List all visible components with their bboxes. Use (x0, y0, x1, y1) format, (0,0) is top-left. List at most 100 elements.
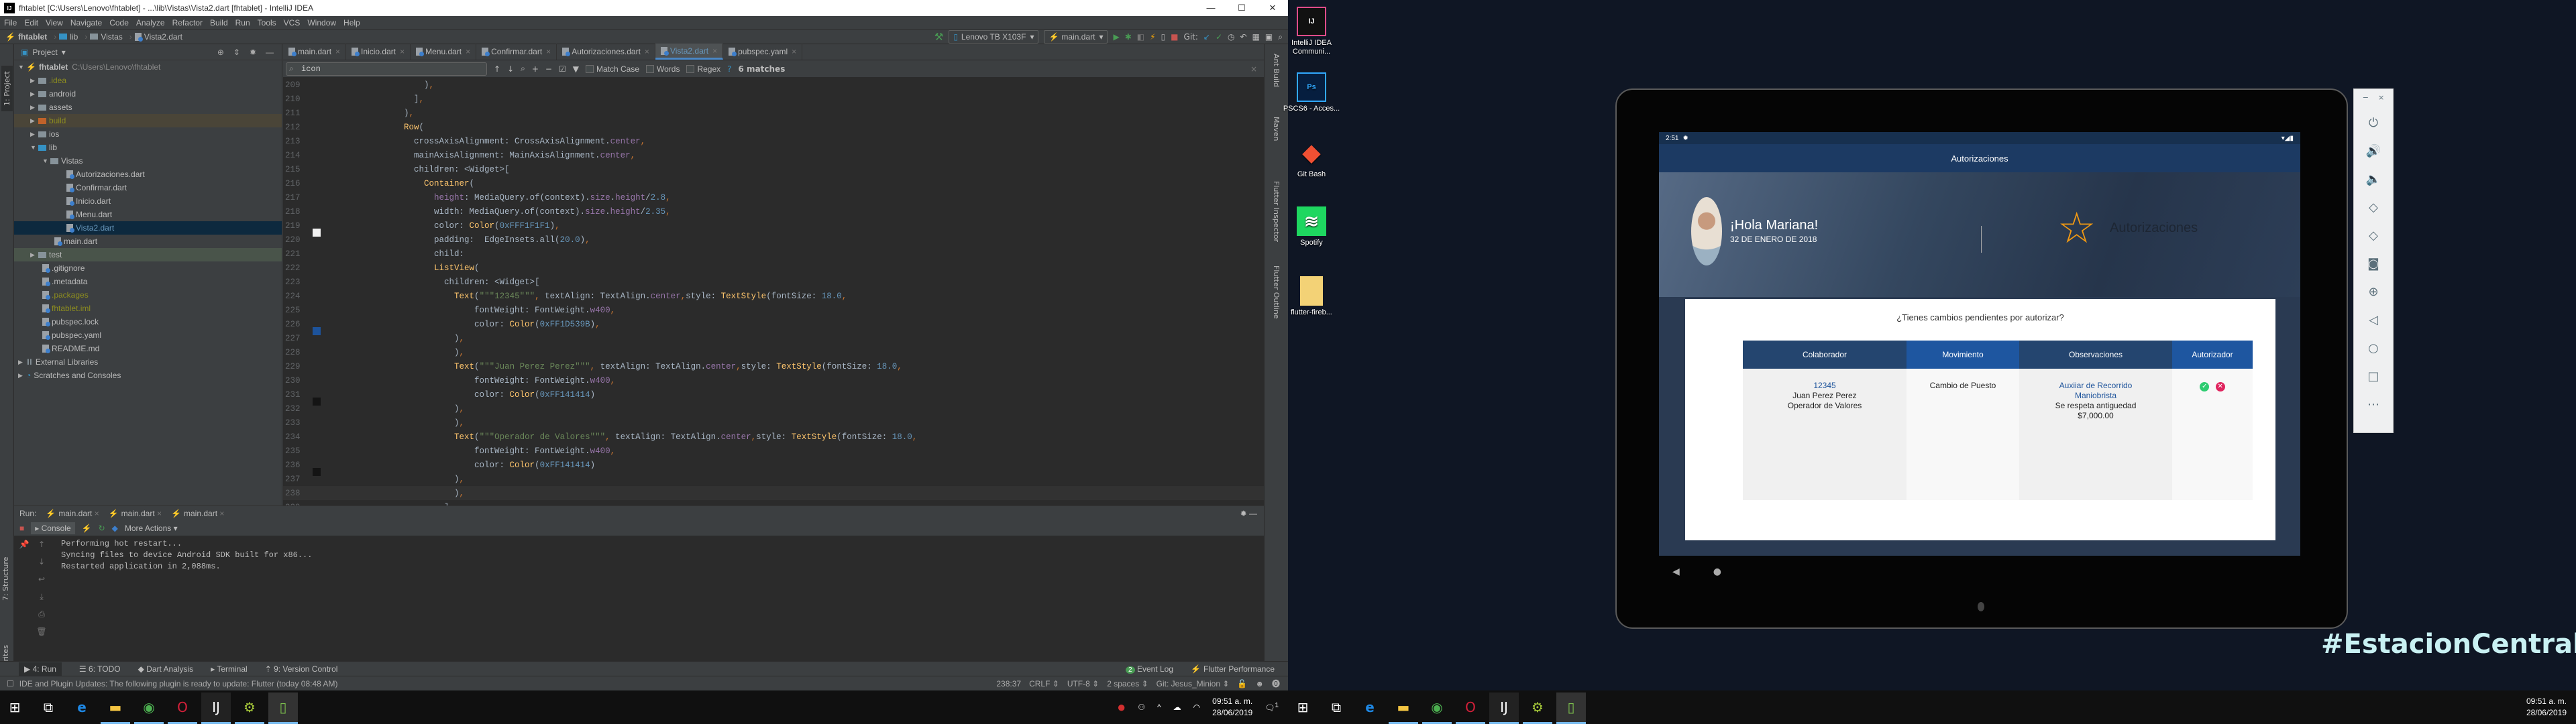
gear-icon[interactable]: ✹ (250, 48, 256, 57)
select-all-occurrences-icon[interactable]: ☑ (559, 64, 566, 74)
more-actions-button[interactable]: More Actions ▾ (125, 524, 178, 533)
task-view-button[interactable]: ⧉ (34, 692, 63, 722)
stop-icon[interactable]: ■ (1171, 32, 1178, 42)
tree-item-iml[interactable]: fhtablet.iml (14, 302, 282, 315)
breadcrumb-vistas[interactable]: Vistas (90, 32, 123, 42)
line-number[interactable]: 219 (283, 221, 310, 231)
tree-item-gitignore[interactable]: .gitignore (14, 261, 282, 275)
line-number[interactable]: 230 (283, 376, 310, 385)
line-number[interactable]: 231 (283, 390, 310, 400)
code-line[interactable]: 216 Container( (283, 176, 1264, 190)
tree-item-pubspec-yaml[interactable]: pubspec.yaml (14, 328, 282, 342)
code-line[interactable]: 232 ), (283, 402, 1264, 416)
volume-up-icon[interactable]: 🔊 (2366, 137, 2381, 165)
tree-item-packages[interactable]: .packages (14, 288, 282, 302)
emulator-close-icon[interactable]: × (2378, 93, 2384, 102)
line-number[interactable]: 228 (283, 348, 310, 357)
clear-icon[interactable]: 🗑 (34, 623, 49, 640)
desktop-icon-photoshop[interactable]: Ps PSCS6 - Acces... (1281, 72, 1342, 113)
tree-root[interactable]: ▼ ⚡ fhtablet C:\Users\Lenovo\fhtablet (14, 60, 282, 74)
intellij-icon[interactable]: IJ (201, 692, 231, 724)
inspector-icon[interactable]: ☻ (1255, 679, 1264, 688)
line-number[interactable]: 235 (283, 446, 310, 456)
debug-icon[interactable]: ✱ (1125, 32, 1132, 42)
run-icon[interactable]: ▶ (1113, 32, 1119, 42)
menu-run[interactable]: Run (235, 18, 250, 27)
tool-tab-maven[interactable]: Maven (1272, 117, 1281, 141)
menu-tools[interactable]: Tools (258, 18, 276, 27)
run-config-selector[interactable]: ⚡ main.dart ▾ (1044, 30, 1108, 44)
emulator-icon[interactable]: ▯ (268, 692, 298, 724)
tree-item-metadata[interactable]: .metadata (14, 275, 282, 288)
rotate-left-icon[interactable]: ◇ (2369, 193, 2378, 221)
line-number[interactable]: 222 (283, 263, 310, 273)
git-branch-selector[interactable]: Git: Jesus_Minion ⇕ (1157, 679, 1230, 688)
line-number[interactable]: 217 (283, 193, 310, 202)
close-tab-icon[interactable]: × (400, 47, 405, 56)
rotate-right-icon[interactable]: ◇ (2369, 221, 2378, 249)
console-output[interactable]: Performing hot restart... Syncing files … (14, 536, 1264, 572)
volume-down-icon[interactable]: 🔈 (2366, 165, 2381, 193)
line-number[interactable]: 221 (283, 249, 310, 259)
code-line[interactable]: 225 fontWeight: FontWeight.w400, (283, 303, 1264, 317)
device-mirror-icon[interactable]: ▯ (1161, 32, 1166, 42)
tool-windows-icon[interactable]: ☐ (7, 679, 14, 688)
bottom-tab-version-control[interactable]: ⇡ 9: Version Control (265, 664, 338, 674)
android-home-icon[interactable]: ● (1713, 566, 1721, 577)
tree-item-assets[interactable]: ▶ assets (14, 101, 282, 114)
tab-main[interactable]: main.dart × (283, 44, 347, 60)
code-line[interactable]: 238 ), (283, 486, 1264, 500)
git-commit-icon[interactable]: ✓ (1216, 32, 1222, 42)
android-studio-icon[interactable]: ⚙ (1523, 692, 1552, 724)
git-revert-icon[interactable]: ↶ (1240, 32, 1247, 42)
maximize-button[interactable]: ☐ (1226, 3, 1257, 13)
add-occurrence-icon[interactable]: + (532, 64, 539, 74)
tool-tab-ant-build[interactable]: Ant Build (1272, 54, 1281, 87)
tree-item-test[interactable]: ▶ test (14, 248, 282, 261)
code-line[interactable]: 215 children: <Widget>[ (283, 162, 1264, 176)
back-icon[interactable]: ◁ (2369, 306, 2378, 334)
desktop-icon-spotify[interactable]: ≋ Spotify (1281, 206, 1342, 247)
warning-icon[interactable]: ⓿ (1272, 678, 1280, 689)
locate-icon[interactable]: ⊕ (217, 48, 224, 57)
color-swatch-icon[interactable] (313, 467, 321, 476)
sdk-manager-icon[interactable]: ▣ (1265, 32, 1273, 42)
code-line[interactable]: 222 ListView( (283, 261, 1264, 275)
code-line[interactable]: 233 ), (283, 416, 1264, 430)
line-number[interactable]: 212 (283, 123, 310, 132)
code-line[interactable]: 234 Text("""Operador de Valores""", text… (283, 430, 1264, 444)
clock[interactable]: 09:51 a. m. 28/06/2019 (2526, 696, 2567, 719)
menu-edit[interactable]: Edit (24, 18, 38, 27)
code-line[interactable]: 237 ), (283, 472, 1264, 486)
code-line[interactable]: 227 ), (283, 331, 1264, 345)
code-line[interactable]: 213 crossAxisAlignment: CrossAxisAlignme… (283, 134, 1264, 148)
start-button[interactable]: ⊞ (0, 692, 30, 722)
device-selector[interactable]: ▯ Lenovo TB X103F ▾ (949, 30, 1039, 44)
opera-icon[interactable]: O (168, 692, 197, 724)
bottom-tab-run[interactable]: ▶ 4: Run (19, 662, 62, 676)
line-number[interactable]: 227 (283, 334, 310, 343)
bottom-tab-dart-analysis[interactable]: ◆ Dart Analysis (138, 664, 194, 674)
tree-item-scratches[interactable]: ▶ ◔ Scratches and Consoles (14, 369, 282, 382)
find-all-icon[interactable]: ⌕ (521, 64, 525, 74)
menu-view[interactable]: View (46, 18, 63, 27)
project-structure-icon[interactable]: ▦ (1252, 32, 1260, 42)
breadcrumb-project[interactable]: ⚡ fhtablet (5, 32, 47, 42)
emulator-icon[interactable]: ▯ (1556, 692, 1586, 724)
close-find-icon[interactable]: × (1250, 64, 1257, 74)
code-line[interactable]: 212 Row( (283, 120, 1264, 134)
menu-window[interactable]: Window (307, 18, 336, 27)
git-update-icon[interactable]: ↙ (1203, 32, 1210, 42)
line-number[interactable]: 236 (283, 461, 310, 470)
bottom-tab-terminal[interactable]: ▸ Terminal (211, 664, 248, 674)
scroll-up-icon[interactable]: ↑ (34, 536, 49, 553)
collapse-all-icon[interactable]: ⇕ (233, 48, 240, 57)
file-explorer-icon[interactable]: ▬ (101, 692, 130, 724)
expand-arrow-icon[interactable]: ▼ (18, 64, 26, 70)
close-tab-icon[interactable]: × (335, 47, 340, 56)
code-line[interactable]: 217 height: MediaQuery.of(context).size.… (283, 190, 1264, 204)
desktop-icon-git-bash[interactable]: ◆ Git Bash (1281, 138, 1342, 179)
code-line[interactable]: 226 color: Color(0xFF1D539B), (283, 317, 1264, 335)
menu-navigate[interactable]: Navigate (70, 18, 102, 27)
color-swatch-icon[interactable] (313, 397, 321, 406)
